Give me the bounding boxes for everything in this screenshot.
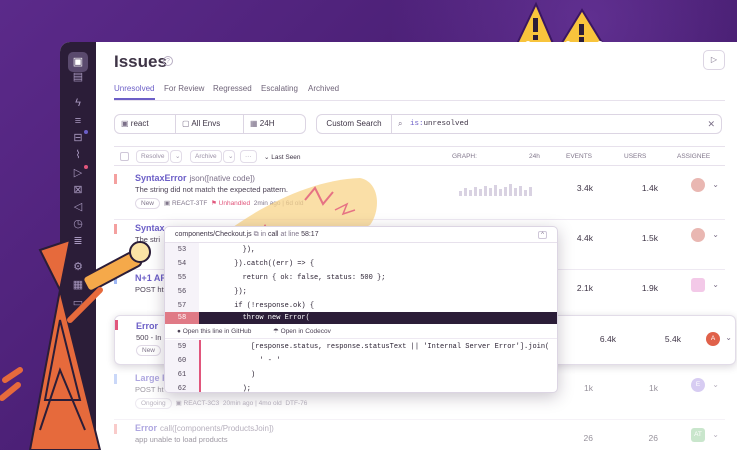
events-count: 1k — [584, 383, 593, 393]
avatar[interactable]: AT — [691, 428, 705, 442]
search-query: is:unresolved — [410, 120, 469, 128]
page-title: Issues — [114, 52, 167, 71]
warning-mascot-illustration — [514, 1, 606, 47]
events-count: 2.1k — [576, 283, 593, 293]
tab-regressed[interactable]: Regressed — [213, 84, 252, 93]
environment-icon: ▢ — [182, 119, 190, 128]
profiling-icon[interactable]: ⊟ — [71, 131, 85, 145]
resolve-button[interactable]: Resolve — [136, 150, 170, 163]
performance-icon[interactable]: ≡ — [71, 114, 85, 128]
chevron-down-icon: ⌄ — [264, 154, 270, 161]
archive-button[interactable]: Archive — [190, 150, 222, 163]
code-line: 54 }).catch((err) => { — [165, 257, 557, 271]
code-line: 57 if (!response.ok) { — [165, 299, 557, 313]
code-line-highlighted: 58 throw new Error( — [165, 312, 557, 324]
select-all-checkbox[interactable] — [120, 152, 129, 161]
page-filter-bar: ▣ react ▢ All Envs ▦ 24H — [114, 114, 306, 134]
chevron-down-icon[interactable]: ⌄ — [725, 333, 732, 342]
github-icon: ● — [177, 328, 181, 335]
avatar[interactable]: A — [706, 332, 720, 346]
code-line: 55 return { ok: false, status: 500 }; — [165, 271, 557, 285]
events-count: 4.4k — [576, 233, 593, 243]
calendar-icon: ▦ — [250, 119, 258, 128]
collapse-icon[interactable]: ^ — [538, 231, 547, 239]
events-header: EVENTS — [566, 153, 593, 160]
projects-icon[interactable]: ▤ — [71, 70, 85, 84]
open-in-codecov-link[interactable]: ☂ Open in Codecov — [273, 324, 331, 339]
issues-icon[interactable]: ϟ — [71, 96, 85, 110]
replays-badge-dot — [84, 165, 88, 169]
users-count: 26 — [648, 433, 658, 443]
assignee-header: ASSIGNEE — [677, 153, 711, 160]
code-frame-header: components/Checkout.js ⧉ in call at line… — [165, 227, 557, 243]
insights-icon[interactable]: ⌇ — [71, 148, 85, 162]
avatar[interactable] — [691, 228, 705, 242]
tab-unresolved[interactable]: Unresolved — [114, 84, 154, 93]
code-line: 62 ); — [165, 382, 557, 392]
project-icon: ▣ — [121, 119, 129, 128]
function-name: call — [267, 231, 279, 238]
chevron-down-icon[interactable]: ⌄ — [712, 180, 719, 189]
users-count: 5.4k — [664, 334, 681, 344]
profiling-badge-dot — [84, 130, 88, 134]
users-header: USERS — [624, 153, 647, 160]
file-path[interactable]: components/Checkout.js — [175, 231, 252, 238]
sort-dropdown[interactable]: ⌄ Last Seen — [264, 153, 301, 161]
graph-header: GRAPH: — [452, 153, 477, 160]
question-icon[interactable]: ? — [163, 56, 173, 66]
stack-trace-code-popup: components/Checkout.js ⧉ in call at line… — [164, 226, 558, 393]
chevron-down-icon[interactable]: ⌄ — [712, 430, 719, 439]
issue-age: 20min ago | 4mo old — [222, 400, 282, 407]
org-logo-icon[interactable]: ▣ — [68, 52, 88, 72]
divider — [175, 115, 176, 133]
table-row[interactable]: Error call([components/ProductsJoin]) app… — [114, 420, 725, 450]
avatar[interactable]: E — [691, 378, 705, 392]
clear-search-icon[interactable]: ✕ — [707, 115, 715, 133]
issue-extra: DTF-76 — [285, 400, 308, 407]
chevron-down-icon[interactable]: ⌄ — [712, 280, 719, 289]
chevron-down-icon[interactable]: ⌄ — [712, 230, 719, 239]
codecov-icon: ☂ — [273, 328, 279, 335]
users-count: 1.5k — [641, 233, 658, 243]
events-count: 3.4k — [576, 183, 593, 193]
open-in-github-link[interactable]: ● Open this line in GitHub — [177, 324, 251, 339]
search-icon: ⌕ — [398, 119, 403, 128]
tab-divider — [114, 100, 725, 101]
code-line: 61 ) — [165, 368, 557, 382]
events-count: 26 — [583, 433, 593, 443]
code-line: 56 }); — [165, 285, 557, 299]
short-id[interactable]: ▣ REACT-3C3 — [176, 400, 220, 407]
code-line: 59 [response.status, response.statusText… — [165, 340, 557, 354]
search-input[interactable]: ⌕ is:unresolved ✕ — [391, 114, 722, 134]
line-position: 58:17 — [301, 231, 319, 238]
tab-archived[interactable]: Archived — [308, 84, 339, 93]
more-actions-button[interactable]: ··· — [240, 150, 257, 163]
source-links: ● Open this line in GitHub ☂ Open in Cod… — [165, 324, 557, 339]
avatar[interactable] — [691, 178, 705, 192]
date-range-filter[interactable]: ▦ 24H — [250, 115, 274, 133]
graph-period-toggle[interactable]: 24h — [529, 153, 540, 160]
tab-for-review[interactable]: For Review — [164, 84, 204, 93]
events-count: 6.4k — [599, 334, 616, 344]
code-line: 60 ' - ' — [165, 354, 557, 368]
mascot-telescope-illustration — [0, 238, 151, 450]
event-sparkline — [459, 182, 539, 196]
saved-search-button[interactable]: Custom Search — [316, 114, 392, 134]
users-count: 1k — [649, 383, 658, 393]
table-header: Resolve ⌄ Archive ⌄ ··· ⌄ Last Seen GRAP… — [114, 146, 725, 166]
copy-icon[interactable]: ⧉ — [254, 231, 259, 238]
resolve-dropdown-icon[interactable]: ⌄ — [170, 150, 182, 163]
users-count: 1.4k — [641, 183, 658, 193]
divider — [243, 115, 244, 133]
users-count: 1.9k — [641, 283, 658, 293]
play-icon[interactable]: ▷ — [703, 50, 725, 70]
archive-dropdown-icon[interactable]: ⌄ — [223, 150, 235, 163]
tab-escalating[interactable]: Escalating — [261, 84, 298, 93]
code-line: 53 }), — [165, 243, 557, 257]
chevron-down-icon[interactable]: ⌄ — [712, 380, 719, 389]
project-filter[interactable]: ▣ react — [121, 115, 149, 133]
environment-filter[interactable]: ▢ All Envs — [182, 115, 220, 133]
avatar[interactable] — [691, 278, 705, 292]
